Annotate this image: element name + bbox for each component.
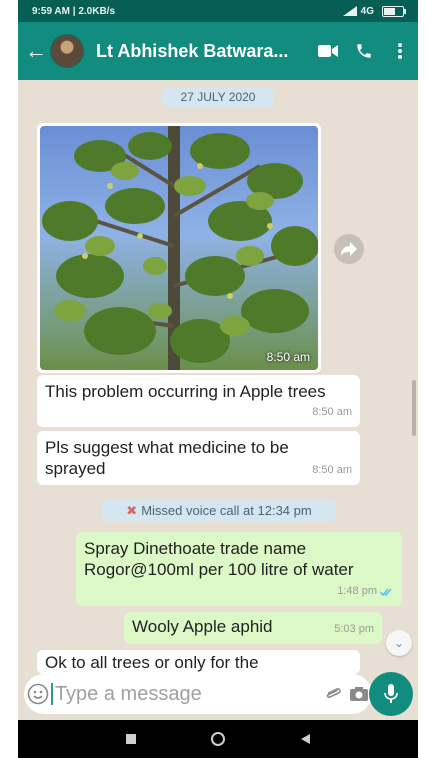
message-bubble-out[interactable]: Spray Dinethoate trade name Rogor@100ml … [76,532,402,606]
message-bubble-in[interactable]: This problem occurring in Apple trees 8:… [37,375,360,427]
more-vert-icon[interactable] [382,22,418,80]
apple-tree-photo[interactable]: 8:50 am [40,126,318,370]
double-check-icon [380,588,392,596]
battery-icon [382,5,406,17]
chat-header: ← Lt Abhishek Batwara... [18,22,418,80]
network-type: 4G [360,5,374,17]
scroll-down-button[interactable]: ⌄ [386,630,412,656]
mic-icon[interactable] [369,672,413,716]
message-bubble-in[interactable]: Ok to all trees or only for the [37,650,360,674]
date-divider: 27 JULY 2020 [162,87,274,107]
signal-icon [342,6,357,16]
phone-icon[interactable] [346,22,382,80]
missed-call-text: Missed voice call at 12:34 pm [141,503,312,518]
message-composer [24,674,372,714]
recents-icon[interactable] [125,733,137,745]
system-nav-bar [18,720,418,758]
message-time: 5:03 pm [334,623,374,635]
status-time: 9:59 AM | 2.0KB/s [32,5,116,17]
message-text: Pls suggest what medicine to be sprayed [45,438,289,478]
message-text: Spray Dinethoate trade name Rogor@100ml … [84,539,354,579]
missed-call-notice[interactable]: ✖ Missed voice call at 12:34 pm [102,500,336,522]
image-timestamp: 8:50 am [266,350,310,364]
contact-avatar[interactable] [50,34,84,68]
back-arrow-icon[interactable]: ← [24,38,48,64]
message-text: Ok to all trees or only for the [45,653,259,672]
status-bar: 9:59 AM | 2.0KB/s 4G [18,0,418,22]
message-time-wrap: 1:48 pm [337,581,394,602]
chat-scrollbar[interactable] [412,380,416,436]
message-bubble-out[interactable]: Wooly Apple aphid 5:03 pm [124,612,382,644]
attach-icon[interactable] [320,685,346,703]
message-input[interactable] [54,682,320,706]
forward-icon[interactable] [334,234,364,264]
missed-call-icon: ✖ [126,503,138,518]
image-message[interactable]: 8:50 am [37,123,321,373]
video-call-icon[interactable] [310,22,346,80]
photo-foliage [42,126,318,370]
status-indicators: 4G [342,5,406,17]
message-time: 8:50 am [312,406,352,418]
text-caret [51,683,53,705]
message-text: This problem occurring in Apple trees [45,382,326,401]
home-icon[interactable] [210,731,226,747]
message-bubble-in[interactable]: Pls suggest what medicine to be sprayed … [37,431,360,485]
back-nav-icon[interactable] [299,733,311,745]
phone-screen: 9:59 AM | 2.0KB/s 4G ← Lt Abhishek Batwa… [18,0,418,758]
emoji-icon[interactable] [24,683,51,705]
contact-name[interactable]: Lt Abhishek Batwara... [96,41,310,62]
message-time: 1:48 pm [337,585,377,597]
message-time: 8:50 am [312,464,352,476]
